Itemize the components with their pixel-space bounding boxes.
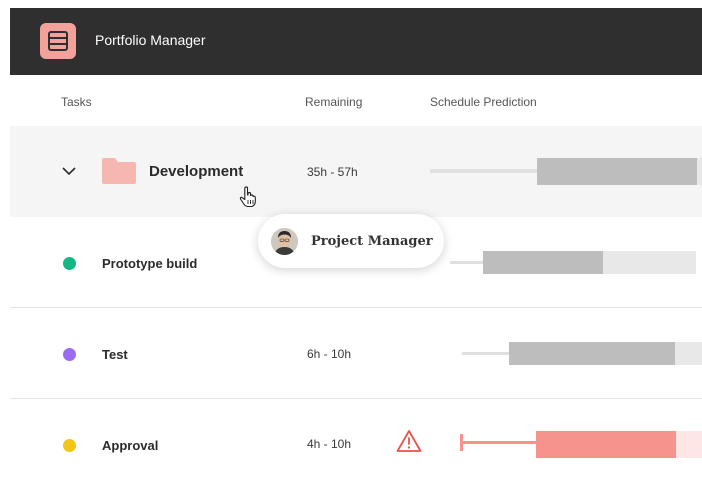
task-name: Test xyxy=(102,347,128,362)
portfolio-table: Tasks Remaining Schedule Prediction Deve… xyxy=(10,75,702,484)
task-remaining: 4h - 10h xyxy=(307,437,352,451)
column-header-schedule[interactable]: Schedule Prediction xyxy=(430,95,537,109)
assignee-popup[interactable]: Project Manager xyxy=(258,214,444,268)
schedule-bar-tail xyxy=(675,342,702,365)
popup-label: Project Manager xyxy=(311,234,433,249)
schedule-range-line xyxy=(450,261,483,264)
task-name: Approval xyxy=(102,438,159,453)
group-row-development[interactable]: Development 35h - 57h xyxy=(10,126,702,217)
schedule-range-line xyxy=(462,441,536,444)
schedule-bar[interactable] xyxy=(536,431,676,458)
table-row[interactable]: Test 6h - 10h xyxy=(10,308,702,399)
column-header-remaining[interactable]: Remaining xyxy=(305,95,362,109)
status-dot xyxy=(63,257,76,270)
column-header-tasks[interactable]: Tasks xyxy=(61,95,92,109)
app-title: Portfolio Manager xyxy=(95,32,206,48)
hand-cursor-icon xyxy=(239,186,256,208)
table-row[interactable]: Approval 4h - 10h xyxy=(10,399,702,484)
warning-icon[interactable] xyxy=(396,429,422,453)
schedule-bar-tail xyxy=(603,251,696,274)
schedule-bar[interactable] xyxy=(483,251,603,274)
schedule-bar[interactable] xyxy=(509,342,675,365)
app-header: Portfolio Manager xyxy=(10,8,702,75)
schedule-range-line xyxy=(462,352,509,355)
chevron-down-icon[interactable] xyxy=(62,164,76,178)
status-dot xyxy=(63,439,76,452)
group-name: Development xyxy=(149,163,244,180)
schedule-bar-tail xyxy=(676,431,702,458)
schedule-range-line xyxy=(430,169,537,173)
task-remaining: 6h - 10h xyxy=(307,347,352,361)
schedule-bar[interactable] xyxy=(537,158,697,185)
status-dot xyxy=(63,348,76,361)
task-name: Prototype build xyxy=(102,256,198,271)
avatar xyxy=(271,228,298,255)
group-remaining: 35h - 57h xyxy=(307,165,358,179)
app-logo-icon[interactable] xyxy=(40,23,76,59)
schedule-bar-tail xyxy=(697,158,702,185)
folder-icon xyxy=(102,158,136,184)
